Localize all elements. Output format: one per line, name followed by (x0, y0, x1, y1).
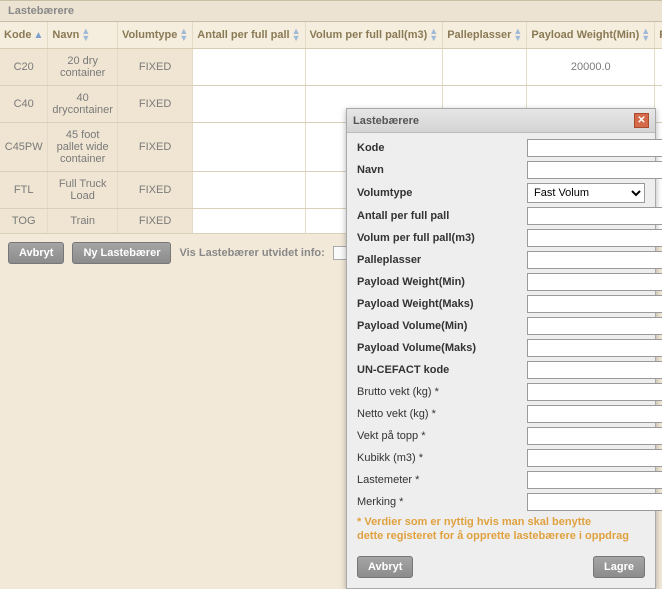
cell: FTL (0, 172, 48, 209)
label-merking: Merking * (357, 496, 527, 508)
dialog-title: Lastebærere (353, 115, 419, 127)
cell (193, 86, 305, 123)
input-netto[interactable] (527, 405, 662, 423)
cell: 45 foot pallet wide container (48, 123, 118, 172)
sort-icon: ▲▼ (179, 28, 188, 42)
col-palleplasser[interactable]: Palleplasser▲▼ (443, 22, 527, 49)
cell: C40 (0, 86, 48, 123)
input-payload-vmin[interactable] (527, 317, 662, 335)
label-lastemeter: Lastemeter * (357, 474, 527, 486)
input-brutto[interactable] (527, 383, 662, 401)
dialog-header[interactable]: Lastebærere ✕ (347, 109, 655, 133)
cell: FIXED (117, 172, 192, 209)
cell: 20000.0 (527, 49, 655, 86)
cell: FIXED (117, 49, 192, 86)
extended-info-label: Vis Lastebærer utvidet info: (179, 247, 324, 259)
input-payload-wmax[interactable] (527, 295, 662, 313)
label-netto: Netto vekt (kg) * (357, 408, 527, 420)
label-kode: Kode (357, 142, 527, 154)
sort-icon: ▲▼ (429, 28, 438, 42)
cell: FIXED (117, 123, 192, 172)
new-carrier-button[interactable]: Ny Lastebærer (72, 242, 171, 264)
label-palleplasser: Palleplasser (357, 254, 527, 266)
sort-icon: ▲▼ (292, 28, 301, 42)
label-uncefact: UN-CEFACT kode (357, 364, 527, 376)
input-kode[interactable] (527, 139, 662, 157)
cell: C45PW (0, 123, 48, 172)
extended-info-checkbox[interactable] (333, 246, 347, 260)
input-palleplasser[interactable] (527, 251, 662, 269)
select-volumtype[interactable]: Fast Volum (527, 183, 645, 203)
cell: 40 drycontainer (48, 86, 118, 123)
input-lastemeter[interactable] (527, 471, 662, 489)
col-volumtype[interactable]: Volumtype▲▼ (117, 22, 192, 49)
cell (193, 49, 305, 86)
input-navn[interactable] (527, 161, 662, 179)
sort-icon: ▲▼ (81, 28, 90, 42)
input-uncefact[interactable] (527, 361, 662, 379)
cell (193, 123, 305, 172)
sort-icon: ▲▼ (641, 28, 650, 42)
label-kubikk: Kubikk (m3) * (357, 452, 527, 464)
close-icon[interactable]: ✕ (634, 113, 649, 128)
col-navn[interactable]: Navn▲▼ (48, 22, 118, 49)
dialog-note: * Verdier som er nyttig hvis man skal be… (357, 515, 645, 544)
cell (193, 172, 305, 209)
carrier-dialog: Lastebærere ✕ Kode Navn VolumtypeFast Vo… (346, 108, 656, 589)
label-payload-vmin: Payload Volume(Min) (357, 320, 527, 332)
cell (193, 209, 305, 234)
input-payload-vmax[interactable] (527, 339, 662, 357)
sort-asc-icon: ▲ (34, 30, 44, 41)
col-payload-min[interactable]: Payload Weight(Min)▲▼ (527, 22, 655, 49)
input-antall[interactable] (527, 207, 662, 225)
cancel-button[interactable]: Avbryt (8, 242, 64, 264)
input-volum[interactable] (527, 229, 662, 247)
cell: C20 (0, 49, 48, 86)
cell: Train (48, 209, 118, 234)
col-kode[interactable]: Kode▲ (0, 22, 48, 49)
cell: FIXED (117, 209, 192, 234)
label-volumtype: Volumtype (357, 187, 527, 199)
cell: Full Truck Load (48, 172, 118, 209)
input-kubikk[interactable] (527, 449, 662, 467)
label-antall: Antall per full pall (357, 210, 527, 222)
cell (655, 49, 662, 86)
label-topp: Vekt på topp * (357, 430, 527, 442)
label-payload-wmax: Payload Weight(Maks) (357, 298, 527, 310)
col-antall[interactable]: Antall per full pall▲▼ (193, 22, 305, 49)
input-payload-wmin[interactable] (527, 273, 662, 291)
label-payload-vmax: Payload Volume(Maks) (357, 342, 527, 354)
sort-icon: ▲▼ (513, 28, 522, 42)
label-volum: Volum per full pall(m3) (357, 232, 527, 244)
dialog-save-button[interactable]: Lagre (593, 556, 645, 578)
cell: 20 dry container (48, 49, 118, 86)
cell (443, 49, 527, 86)
dialog-cancel-button[interactable]: Avbryt (357, 556, 413, 578)
col-volum[interactable]: Volum per full pall(m3)▲▼ (305, 22, 443, 49)
cell: TOG (0, 209, 48, 234)
cell (305, 49, 443, 86)
input-topp[interactable] (527, 427, 662, 445)
input-merking[interactable] (527, 493, 662, 511)
label-navn: Navn (357, 164, 527, 176)
label-brutto: Brutto vekt (kg) * (357, 386, 527, 398)
col-payload-max[interactable]: Paylo (655, 22, 662, 49)
panel-title: Lastebærere (0, 0, 662, 22)
table-row[interactable]: C2020 dry containerFIXED 20000.0 (0, 49, 662, 86)
cell: FIXED (117, 86, 192, 123)
label-payload-wmin: Payload Weight(Min) (357, 276, 527, 288)
